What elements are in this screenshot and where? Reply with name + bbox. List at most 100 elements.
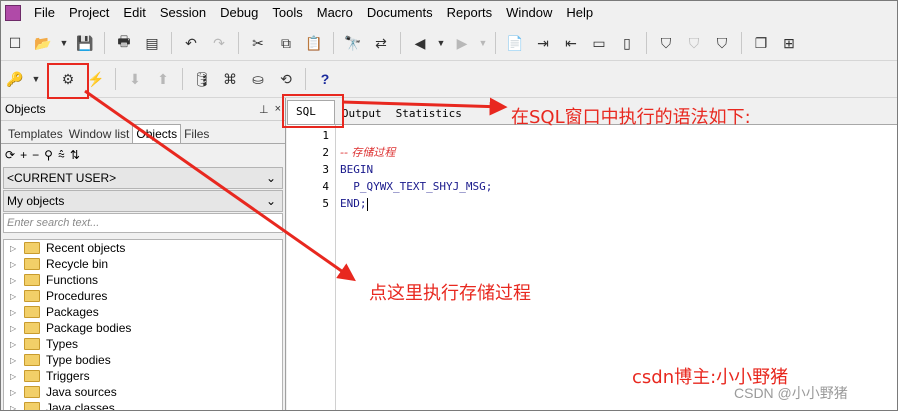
print-icon[interactable]: 🖶 (113, 32, 135, 54)
menu-macro[interactable]: Macro (310, 1, 360, 25)
find-icon[interactable]: 🔭 (342, 32, 364, 54)
menu-project[interactable]: Project (62, 1, 116, 25)
unindent-icon[interactable]: ⇤ (560, 32, 582, 54)
tab-window-list[interactable]: Window list (66, 125, 133, 143)
tab-files[interactable]: Files (181, 125, 212, 143)
uncomment-icon[interactable]: ▯ (616, 32, 638, 54)
save-icon[interactable]: 💾 (74, 32, 96, 54)
objects-filter-select[interactable]: My objects ⌄ (3, 190, 283, 212)
back-icon[interactable]: ◀ (409, 32, 431, 54)
expand-icon[interactable]: ▷ (10, 356, 19, 365)
windows-icon[interactable]: ❐ (750, 32, 772, 54)
tree-item[interactable]: ▷ Java classes (4, 400, 282, 411)
expand-icon[interactable]: ▷ (10, 244, 19, 253)
tool-c-icon[interactable]: ⛉ (711, 32, 733, 54)
indent-icon[interactable]: ⇥ (532, 32, 554, 54)
folder-icon (24, 306, 40, 318)
forward-dropdown-icon[interactable]: ▼ (477, 32, 489, 54)
close-icon[interactable]: × (275, 103, 281, 116)
expand-icon[interactable]: ▷ (10, 308, 19, 317)
refresh-icon[interactable]: ⟳ (5, 148, 15, 162)
toolbar-divider (646, 32, 647, 54)
tree-item[interactable]: ▷ Recent objects (4, 240, 282, 256)
menu-file[interactable]: File (27, 1, 62, 25)
tree-item[interactable]: ▷ Types (4, 336, 282, 352)
cut-icon[interactable]: ✂ (247, 32, 269, 54)
expand-icon[interactable]: ▷ (10, 324, 19, 333)
describe-icon[interactable]: 📄 (504, 32, 526, 54)
expand-icon[interactable]: ▷ (10, 372, 19, 381)
menu-edit[interactable]: Edit (116, 1, 152, 25)
tool-a-icon[interactable]: ⛉ (655, 32, 677, 54)
sql-icon[interactable]: ⌘ (219, 68, 241, 90)
help-icon[interactable]: ? (314, 68, 336, 90)
menu-tools[interactable]: Tools (265, 1, 309, 25)
tree-item[interactable]: ▷ Procedures (4, 288, 282, 304)
expand-icon[interactable]: ▷ (10, 260, 19, 269)
explain-icon[interactable]: ⛀ (247, 68, 269, 90)
tile-icon[interactable]: ⊞ (778, 32, 800, 54)
logon-key-icon[interactable]: 🔑 (4, 68, 26, 90)
database-icon[interactable]: 🛢 (191, 68, 213, 90)
rollback-icon[interactable]: ⬆ (152, 68, 174, 90)
tree-item-label: Procedures (46, 289, 108, 303)
commit-icon[interactable]: ⬇ (124, 68, 146, 90)
new-icon[interactable]: ☐ (4, 32, 26, 54)
forward-icon[interactable]: ▶ (451, 32, 473, 54)
expand-icon[interactable]: ▷ (10, 388, 19, 397)
menu-debug[interactable]: Debug (213, 1, 265, 25)
objects-filter-value: My objects (7, 194, 65, 208)
sql-editor[interactable]: 1 2 3 4 5 -- 存储过程 BEGIN P_QYWX_TEXT_SHYJ… (287, 125, 897, 410)
filter-icon[interactable]: ⩯ (58, 148, 65, 163)
expand-icon[interactable]: ▷ (10, 276, 19, 285)
undo-icon[interactable]: ↶ (180, 32, 202, 54)
tree-item[interactable]: ▷ Java sources (4, 384, 282, 400)
line-number-gutter: 1 2 3 4 5 (287, 125, 336, 410)
annotation-box-execute (47, 63, 89, 99)
chevron-down-icon: ⌄ (265, 171, 276, 185)
menu-help[interactable]: Help (559, 1, 600, 25)
paste-icon[interactable]: 📋 (303, 32, 325, 54)
menu-window[interactable]: Window (499, 1, 559, 25)
tree-item-label: Types (46, 337, 79, 351)
redo-icon[interactable]: ↷ (208, 32, 230, 54)
tree-item[interactable]: ▷ Package bodies (4, 320, 282, 336)
back-dropdown-icon[interactable]: ▼ (435, 32, 447, 54)
code-line-keyword: BEGIN (340, 163, 374, 176)
annotation-execute: 点这里执行存储过程 (369, 283, 531, 304)
find-objects-icon[interactable]: ⚲ (44, 148, 53, 162)
sort-icon[interactable]: ⇅ (70, 148, 80, 162)
comment-icon[interactable]: ▭ (588, 32, 610, 54)
copy-icon[interactable]: ⧉ (275, 32, 297, 54)
user-select[interactable]: <CURRENT USER> ⌄ (3, 167, 283, 189)
line-number: 5 (322, 197, 329, 210)
expand-icon[interactable]: ▷ (10, 292, 19, 301)
expand-icon[interactable]: ▷ (10, 340, 19, 349)
tree-item[interactable]: ▷ Triggers (4, 368, 282, 384)
folder-icon (24, 338, 40, 350)
search-input[interactable]: Enter search text... (3, 213, 283, 233)
expand-icon[interactable]: ▷ (10, 404, 19, 411)
tree-item[interactable]: ▷ Packages (4, 304, 282, 320)
logon-dropdown-icon[interactable]: ▼ (30, 68, 42, 90)
refresh-db-icon[interactable]: ⟲ (275, 68, 297, 90)
add-icon[interactable]: + (20, 148, 27, 162)
tree-item-label: Packages (46, 305, 99, 319)
open-folder-icon[interactable]: 📂 (32, 32, 54, 54)
remove-icon[interactable]: − (32, 148, 39, 162)
tree-item[interactable]: ▷ Recycle bin (4, 256, 282, 272)
tool-b-icon[interactable]: ⛉ (683, 32, 705, 54)
print-preview-icon[interactable]: ▤ (141, 32, 163, 54)
menu-session[interactable]: Session (153, 1, 213, 25)
replace-icon[interactable]: ⇄ (370, 32, 392, 54)
tab-templates[interactable]: Templates (5, 125, 66, 143)
open-dropdown-icon[interactable]: ▼ (58, 32, 70, 54)
tree-item[interactable]: ▷ Type bodies (4, 352, 282, 368)
tab-objects[interactable]: Objects (132, 124, 182, 143)
menu-documents[interactable]: Documents (360, 1, 440, 25)
menu-reports[interactable]: Reports (440, 1, 500, 25)
tab-statistics[interactable]: Statistics (389, 103, 469, 124)
tree-item[interactable]: ▷ Functions (4, 272, 282, 288)
pin-icon[interactable]: ⊥ (259, 103, 269, 116)
line-number: 3 (322, 163, 329, 176)
